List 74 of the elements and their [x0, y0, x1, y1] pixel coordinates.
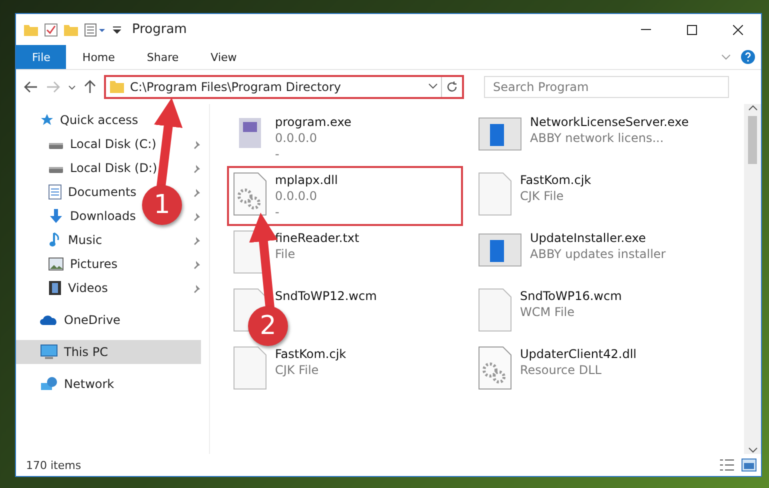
maximize-icon [687, 24, 697, 34]
ribbon-tab[interactable]: View [194, 45, 253, 69]
folder-icon [24, 24, 38, 36]
close-icon [733, 24, 743, 34]
minimize-icon [641, 28, 651, 30]
scrollbar[interactable] [744, 104, 761, 454]
document-icon [48, 184, 62, 200]
file-name: UpdaterClient42.dll [520, 346, 637, 362]
monitor-icon [40, 344, 58, 360]
picture-icon [48, 257, 64, 271]
large-icons-view-icon[interactable] [741, 458, 757, 472]
file-detail: - [275, 146, 280, 162]
file-name: FastKom.cjk [520, 172, 592, 188]
scroll-up-icon[interactable] [748, 104, 758, 112]
sidebar-item[interactable]: Pictures [44, 252, 122, 276]
file-detail: - [275, 204, 280, 220]
up-arrow-icon[interactable] [84, 80, 96, 94]
sidebar-item[interactable]: OneDrive [36, 308, 124, 332]
chevron-down-icon[interactable] [68, 84, 76, 90]
star-icon [40, 113, 54, 127]
file-detail: CJK File [520, 188, 565, 204]
sidebar-item[interactable]: Local Disk (D:) [44, 156, 162, 180]
file-name: SndToWP16.wcm [520, 288, 622, 304]
help-icon[interactable] [741, 50, 755, 64]
file-name: FastKom.cjk [275, 346, 346, 362]
sidebar-item[interactable]: Documents [44, 180, 140, 204]
sidebar-item[interactable]: Network [36, 372, 118, 396]
file-detail: CJK File [275, 362, 320, 378]
file-name: fineReader.txt [275, 230, 360, 246]
dropdown-icon[interactable] [112, 24, 122, 34]
file-name: mplapx.dll [275, 172, 338, 188]
gear-file-icon [478, 346, 512, 390]
file-name: program.exe [275, 114, 352, 130]
network-icon [40, 376, 58, 392]
scroll-down-icon[interactable] [748, 446, 758, 454]
checklist-icon[interactable] [44, 22, 58, 36]
sidebar-item[interactable]: Videos [44, 276, 112, 300]
file-menu-tab[interactable]: File [16, 45, 66, 69]
folder-icon [110, 80, 124, 94]
down-arrow-icon [48, 208, 64, 224]
details-view-icon[interactable] [719, 458, 735, 472]
file-detail: 0.0.0.0 [275, 188, 318, 204]
film-icon [48, 280, 62, 296]
file-name: UpdateInstaller.exe [530, 230, 647, 246]
gear-file-icon [233, 172, 267, 216]
address-bar[interactable]: C:\Program Files\Program Directory [104, 75, 464, 99]
sidebar-item[interactable]: Quick access [36, 108, 142, 132]
ribbon-tab[interactable]: Share [130, 45, 195, 69]
sidebar-item[interactable]: Downloads [44, 204, 140, 228]
file-detail: Resource DLL [520, 362, 602, 378]
file-detail: ABBY network licens... [530, 130, 665, 146]
file-detail: WCM File [520, 304, 576, 320]
back-arrow-icon[interactable] [24, 81, 38, 93]
file-detail: ABBY updates installer [530, 246, 666, 262]
refresh-icon[interactable] [446, 81, 458, 93]
file-icon [233, 346, 267, 390]
cloud-icon [40, 314, 58, 326]
scrollbar-thumb[interactable] [748, 116, 757, 164]
file-icon [478, 288, 512, 332]
sidebar-item[interactable]: Music [44, 228, 106, 252]
file-icon [478, 172, 512, 216]
sidebar-item[interactable]: This PC [16, 340, 201, 364]
item-count: 170 items [26, 458, 82, 472]
file-name: NetworkLicenseServer.exe [530, 114, 689, 130]
properties-icon[interactable] [84, 22, 106, 36]
file-detail: File [275, 246, 296, 262]
file-detail: 0.0.0.0 [275, 130, 318, 146]
music-note-icon [48, 232, 62, 248]
sidebar-item[interactable]: Local Disk (C:) [44, 132, 160, 156]
ribbon-tab[interactable]: Home [66, 45, 131, 69]
search-field[interactable]: Search Program [484, 76, 729, 98]
window-title: Program [132, 22, 187, 37]
file-name: SndToWP12.wcm [275, 288, 377, 304]
file-tile[interactable]: mplapx.dll 0.0.0.0 - [227, 166, 463, 226]
